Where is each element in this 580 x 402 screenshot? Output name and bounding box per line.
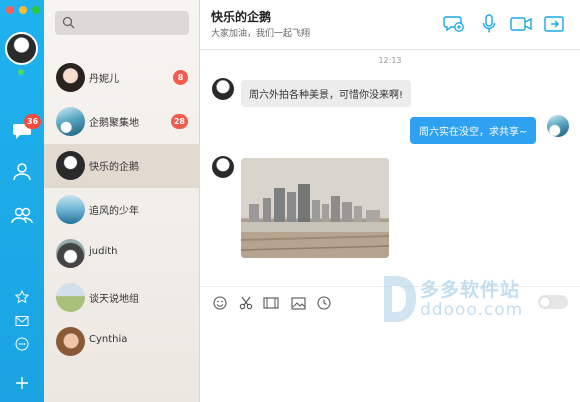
contact-avatar [56,107,85,136]
watermark-url: ddooo.com [420,300,524,320]
sender-avatar[interactable] [212,156,234,178]
my-message-avatar[interactable] [547,115,569,137]
contact-item[interactable]: 追风的少年 [44,188,200,232]
microphone-icon[interactable] [477,12,501,36]
chat-title: 快乐的企鹅 [211,10,272,24]
my-avatar[interactable] [5,32,38,65]
search-input[interactable] [55,11,189,35]
watermark: 多多软件站 ddooo.com [380,272,580,328]
watermark-logo [384,276,416,322]
unread-count-badge: 28 [170,114,188,129]
online-status-dot [18,69,24,75]
image-icon[interactable] [289,294,307,312]
unread-badge: 36 [24,114,42,129]
video-icon[interactable] [509,12,533,36]
contact-list-panel: 丹妮儿 8 企鹅聚集地 28 快乐的企鹅 追风的少年 judith 谈天说地组 … [44,0,200,402]
contact-avatar [56,283,85,312]
contact-avatar [56,327,85,356]
zoom-window-button[interactable] [32,6,40,14]
contact-name: 快乐的企鹅 [89,162,139,173]
chat-subtitle: 大家加油，我们一起飞翔 [211,29,311,39]
contact-icon[interactable] [9,158,35,184]
clock-icon[interactable] [315,294,333,312]
contact-name: 丹妮儿 [89,74,119,85]
outgoing-message: 周六实在没空，求共享~ [410,117,537,144]
contact-item[interactable]: 丹妮儿 8 [44,56,200,100]
contact-avatar [56,195,85,224]
scissors-icon[interactable] [237,294,255,312]
contact-item[interactable]: Cynthia [44,320,200,364]
film-icon[interactable] [262,294,280,312]
contact-item[interactable]: 企鹅聚集地 28 [44,100,200,144]
emoji-icon[interactable] [211,294,229,312]
add-icon[interactable] [9,370,35,396]
contact-name: 企鹅聚集地 [89,118,139,129]
contact-avatar [56,239,85,268]
add-chat-icon[interactable] [442,12,466,36]
contact-name: 谈天说地组 [89,294,139,305]
chat-pane: 快乐的企鹅 大家加油，我们一起飞翔 12:13 周六外拍各种美景，可惜你没来啊!… [200,0,580,402]
message-timestamp: 12:13 [378,56,402,65]
incoming-message: 周六外拍各种美景，可惜你没来啊! [241,80,412,107]
window-controls [6,6,40,14]
contact-name: judith [89,246,118,257]
contact-name: 追风的少年 [89,206,139,217]
search-icon [62,16,75,29]
image-message[interactable] [241,158,389,258]
city-photo [241,158,389,258]
minimize-window-button[interactable] [19,6,27,14]
unread-count-badge: 8 [173,70,188,85]
contact-item[interactable]: 谈天说地组 [44,276,200,320]
share-icon[interactable] [542,12,566,36]
header-divider [200,49,580,50]
left-rail: 36 [0,0,44,402]
sender-avatar[interactable] [212,78,234,100]
contact-avatar [56,151,85,180]
contact-avatar [56,63,85,92]
watermark-brand: 多多软件站 [420,279,521,301]
contact-item[interactable]: judith [44,232,200,276]
close-window-button[interactable] [6,6,14,14]
more-icon[interactable] [9,331,35,357]
contact-item-selected[interactable]: 快乐的企鹅 [44,144,200,188]
group-icon[interactable] [9,202,35,228]
contact-name: Cynthia [89,334,128,345]
star-icon[interactable] [9,284,35,310]
